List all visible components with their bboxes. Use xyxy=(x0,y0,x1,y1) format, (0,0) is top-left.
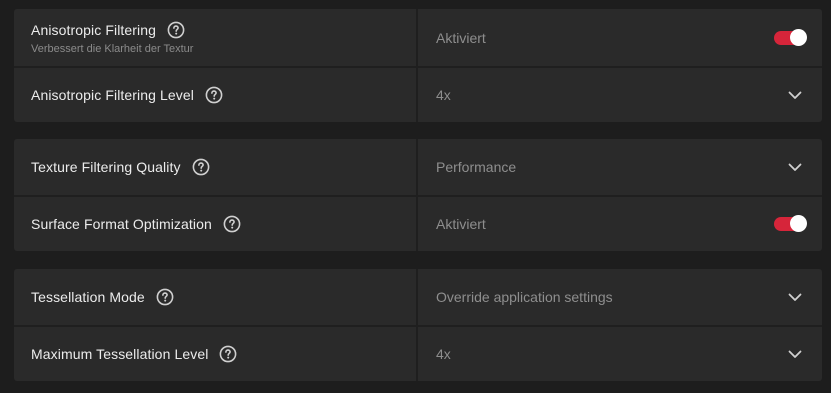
setting-label-cell: Maximum Tessellation Level xyxy=(14,327,418,381)
texture-filtering-quality-dropdown[interactable]: Performance xyxy=(418,139,822,195)
help-circle-icon[interactable] xyxy=(156,288,174,306)
label-line: Anisotropic Filtering Level xyxy=(31,86,416,104)
setting-label: Anisotropic Filtering xyxy=(31,21,157,38)
label-line: Texture Filtering Quality xyxy=(31,158,416,176)
graphics-settings-page: Anisotropic Filtering Verbessert die Kla… xyxy=(0,0,831,393)
label-line: Maximum Tessellation Level xyxy=(31,345,416,363)
toggle-switch[interactable] xyxy=(774,215,807,232)
setting-label: Texture Filtering Quality xyxy=(31,159,181,175)
chevron-down-icon[interactable] xyxy=(787,87,803,103)
setting-label: Tessellation Mode xyxy=(31,289,145,305)
settings-group-texture-quality: Texture Filtering Quality Performance Su… xyxy=(14,139,822,251)
help-circle-icon[interactable] xyxy=(167,21,185,39)
setting-row-surface-format-optimization: Surface Format Optimization Aktiviert xyxy=(14,195,822,251)
chevron-down-icon[interactable] xyxy=(787,346,803,362)
dropdown-selected-value: 4x xyxy=(436,346,451,362)
setting-label: Surface Format Optimization xyxy=(31,216,212,232)
setting-row-maximum-tessellation-level: Maximum Tessellation Level 4x xyxy=(14,325,822,381)
setting-row-anisotropic-filtering: Anisotropic Filtering Verbessert die Kla… xyxy=(14,9,822,66)
settings-group-tessellation: Tessellation Mode Override application s… xyxy=(14,269,822,381)
anisotropic-filtering-level-dropdown[interactable]: 4x xyxy=(418,68,822,122)
anisotropic-filtering-toggle-control[interactable]: Aktiviert xyxy=(418,9,822,66)
setting-value: Aktiviert xyxy=(436,29,486,46)
chevron-down-icon[interactable] xyxy=(787,159,803,175)
surface-format-optimization-toggle-control[interactable]: Aktiviert xyxy=(418,197,822,251)
setting-row-anisotropic-filtering-level: Anisotropic Filtering Level 4x xyxy=(14,66,822,122)
dropdown-selected-value: 4x xyxy=(436,87,451,103)
tessellation-mode-dropdown[interactable]: Override application settings xyxy=(418,269,822,325)
setting-label-cell: Surface Format Optimization xyxy=(14,197,418,251)
toggle-knob xyxy=(790,28,807,46)
setting-label-cell: Texture Filtering Quality xyxy=(14,139,418,195)
maximum-tessellation-level-dropdown[interactable]: 4x xyxy=(418,327,822,381)
help-circle-icon[interactable] xyxy=(205,86,223,104)
help-circle-icon[interactable] xyxy=(219,345,237,363)
dropdown-selected-value: Override application settings xyxy=(436,289,613,305)
help-circle-icon[interactable] xyxy=(223,215,241,233)
setting-label-cell: Anisotropic Filtering Level xyxy=(14,68,418,122)
dropdown-selected-value: Performance xyxy=(436,159,517,175)
help-circle-icon[interactable] xyxy=(192,158,210,176)
setting-label: Maximum Tessellation Level xyxy=(31,346,209,362)
setting-row-tessellation-mode: Tessellation Mode Override application s… xyxy=(14,269,822,325)
chevron-down-icon[interactable] xyxy=(787,289,803,305)
setting-label: Anisotropic Filtering Level xyxy=(31,87,194,103)
toggle-switch[interactable] xyxy=(774,28,807,46)
setting-label-cell: Anisotropic Filtering Verbessert die Kla… xyxy=(14,9,418,66)
label-line: Anisotropic Filtering xyxy=(31,21,416,39)
setting-value: Aktiviert xyxy=(436,216,486,232)
toggle-knob xyxy=(790,215,807,232)
setting-label-cell: Tessellation Mode xyxy=(14,269,418,325)
setting-row-texture-filtering-quality: Texture Filtering Quality Performance xyxy=(14,139,822,195)
label-line: Tessellation Mode xyxy=(31,288,416,306)
setting-description: Verbessert die Klarheit der Textur xyxy=(31,42,194,55)
label-line: Surface Format Optimization xyxy=(31,215,416,233)
settings-group-texture-filtering: Anisotropic Filtering Verbessert die Kla… xyxy=(14,9,822,122)
